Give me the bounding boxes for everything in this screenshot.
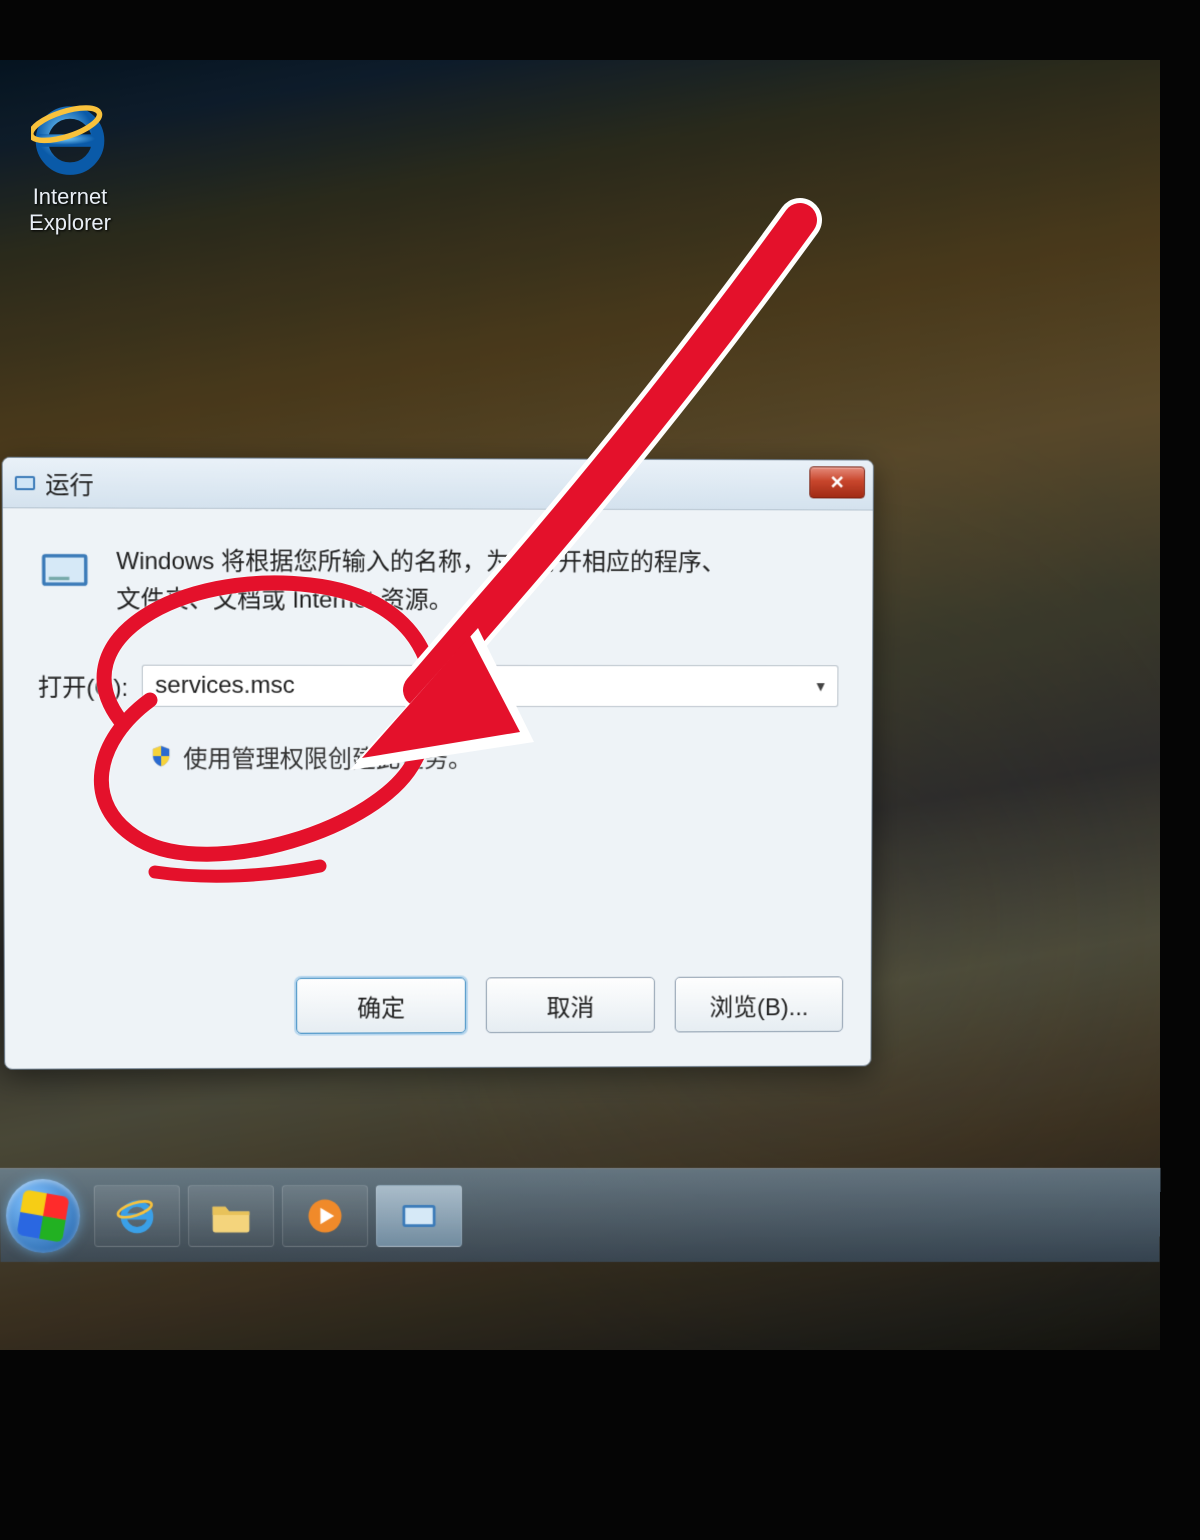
desktop-shortcut-ie[interactable]: Internet Explorer <box>10 100 130 237</box>
monitor-bezel <box>0 0 1200 60</box>
taskbar <box>0 1168 1161 1262</box>
monitor-bezel <box>1160 0 1200 1540</box>
run-titlebar-icon <box>13 470 37 494</box>
monitor-bezel <box>0 1350 1200 1540</box>
ok-button[interactable]: 确定 <box>296 977 466 1033</box>
cancel-button-label: 取消 <box>547 988 595 1023</box>
cancel-button[interactable]: 取消 <box>486 977 655 1033</box>
dialog-description: Windows 将根据您所输入的名称，为您打开相应的程序、 文件夹、文档或 In… <box>116 543 725 621</box>
close-icon: ✕ <box>830 472 845 493</box>
run-dialog: 运行 ✕ Windows 将根据您所输入的名称，为您打开相应的程序、 文件夹、文… <box>2 457 874 1070</box>
media-player-icon <box>303 1194 347 1238</box>
desktop-shortcut-label: Internet Explorer <box>10 184 130 237</box>
close-button[interactable]: ✕ <box>809 466 865 498</box>
chevron-down-icon[interactable]: ▼ <box>814 678 828 694</box>
titlebar[interactable]: 运行 ✕ <box>3 458 873 511</box>
start-button[interactable] <box>6 1178 81 1252</box>
taskbar-item-explorer[interactable] <box>188 1185 274 1247</box>
browse-button-label: 浏览(B)... <box>709 987 808 1022</box>
dialog-title: 运行 <box>45 465 94 500</box>
taskbar-item-media[interactable] <box>282 1185 368 1247</box>
run-icon <box>397 1194 441 1238</box>
run-dialog-icon <box>37 543 92 598</box>
open-input[interactable]: services.msc ▼ <box>142 664 838 706</box>
open-label: 打开(O): <box>38 668 128 703</box>
admin-note: 使用管理权限创建此任务。 <box>183 739 472 774</box>
taskbar-item-run[interactable] <box>376 1185 462 1247</box>
browse-button[interactable]: 浏览(B)... <box>675 976 843 1032</box>
taskbar-item-ie[interactable] <box>94 1185 181 1247</box>
folder-icon <box>209 1194 253 1238</box>
open-input-value: services.msc <box>155 672 295 700</box>
uac-shield-icon <box>149 744 173 768</box>
ie-icon <box>31 100 109 178</box>
ie-icon <box>115 1194 159 1238</box>
ok-button-label: 确定 <box>357 988 405 1023</box>
